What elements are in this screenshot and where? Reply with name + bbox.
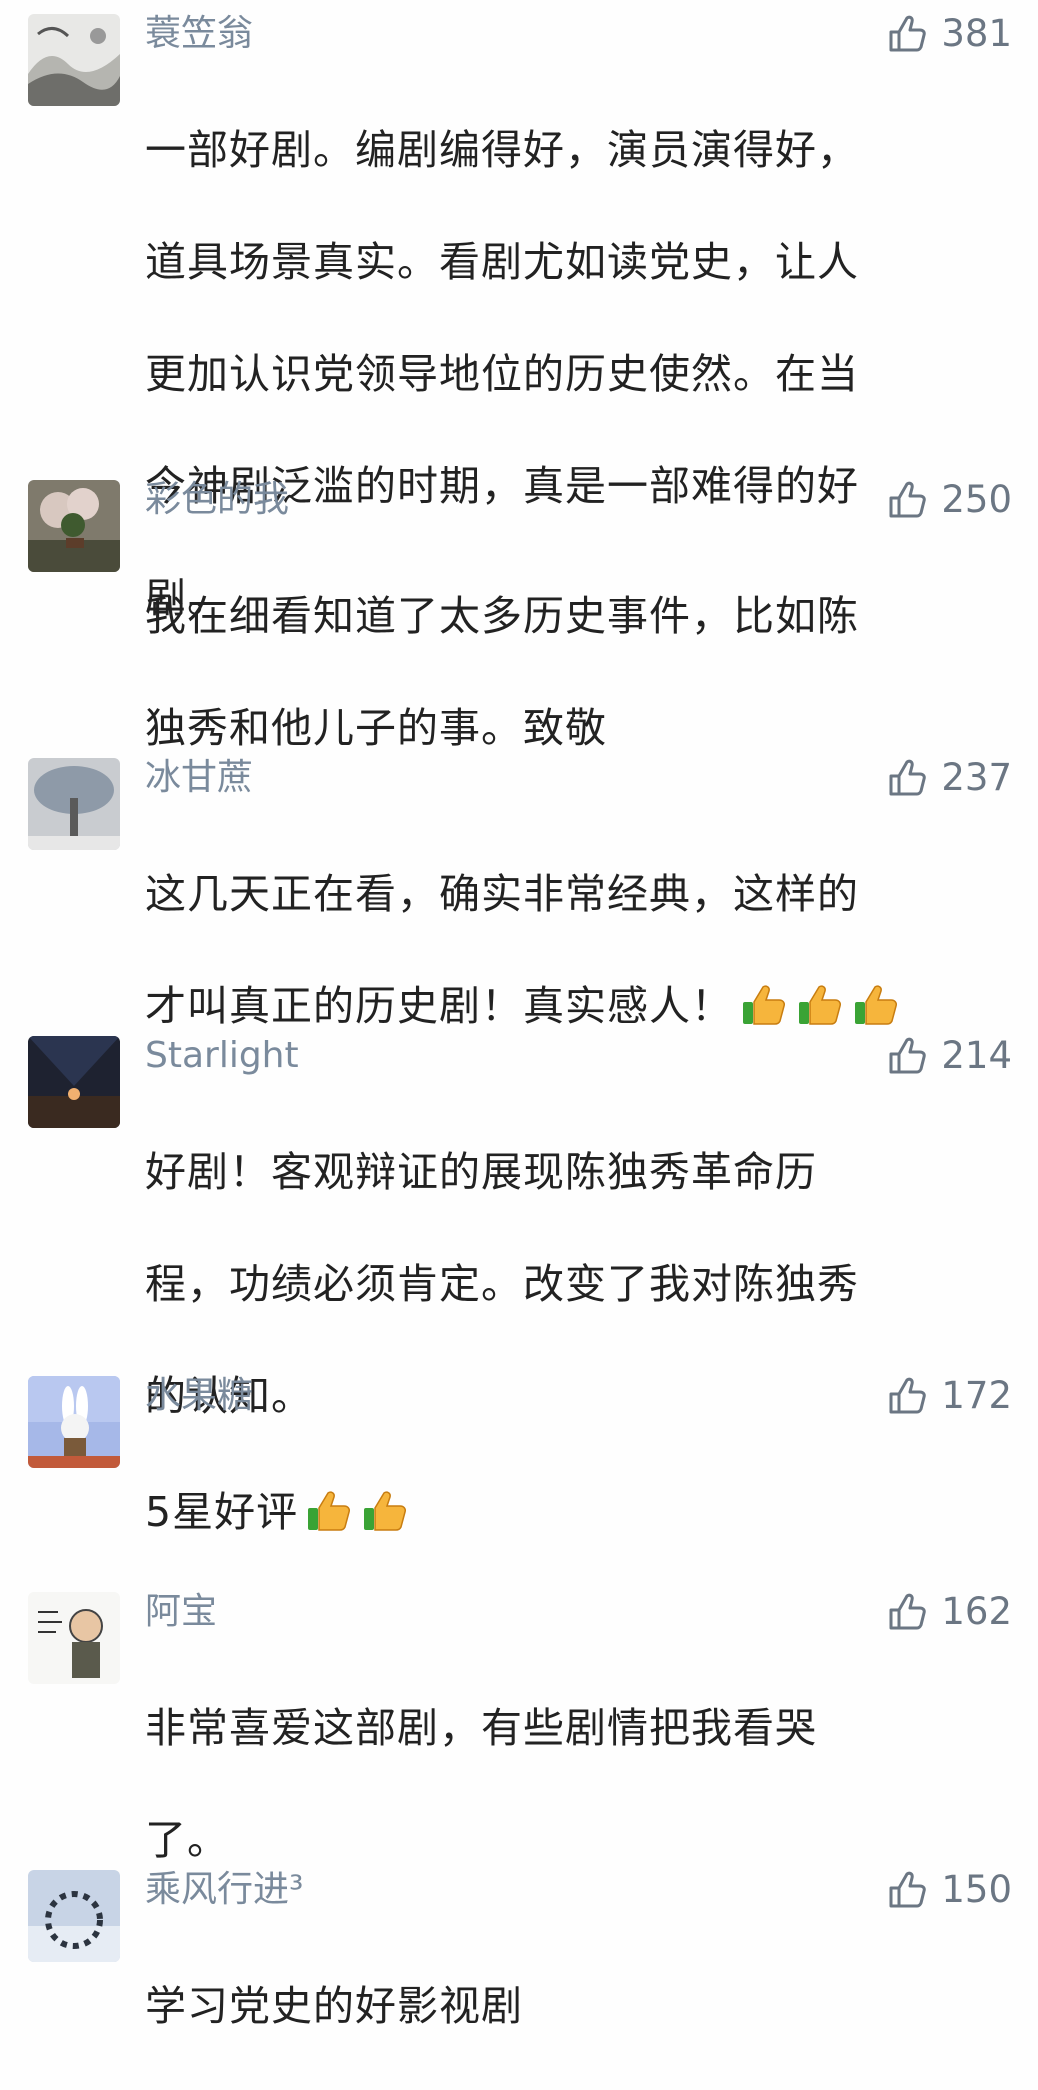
like-button[interactable]: 381	[885, 10, 1012, 58]
like-count: 381	[941, 12, 1012, 55]
username[interactable]: 水果糖	[145, 1372, 253, 1420]
comment-text: 好剧！客观辩证的展现陈独秀革命历 程，功绩必须肯定。改变了我对陈独秀 的认知。	[145, 1088, 1003, 1480]
thumbs-up-icon	[889, 481, 927, 518]
night-sky-avatar[interactable]	[28, 1036, 120, 1128]
group-circle-avatar[interactable]	[28, 1870, 120, 1962]
comment-line: 的认知。	[145, 1372, 313, 1420]
username[interactable]: 蓑笠翁	[145, 10, 253, 58]
username[interactable]: 乘风行进³	[145, 1866, 303, 1914]
like-count: 172	[941, 1374, 1012, 1417]
like-button[interactable]: 237	[885, 754, 1012, 802]
rabbit-avatar[interactable]	[28, 1376, 120, 1468]
comment-line: 独秀和他儿子的事。致敬	[145, 704, 607, 752]
like-button[interactable]: 250	[885, 476, 1012, 524]
comment-line: 非常喜爱这部剧，有些剧情把我看哭	[145, 1704, 817, 1752]
comment-line: 道具场景真实。看剧尤如读党史，让人	[145, 238, 859, 286]
comment-line: 我在细看知道了太多历史事件，比如陈	[145, 592, 859, 640]
comment-text: 学习党史的好影视剧	[145, 1922, 1003, 2090]
comment-text: 5星好评	[145, 1428, 1003, 1596]
like-button[interactable]: 162	[885, 1588, 1012, 1636]
like-button[interactable]: 214	[885, 1032, 1012, 1080]
comment-list: 蓑笠翁 381 一部好剧。编剧编得好，演员演得好， 道具场景真实。看剧尤如读党史…	[0, 0, 1038, 2030]
comment-line: 好剧！客观辩证的展现陈独秀革命历	[145, 1148, 817, 1196]
comment-line: 一部好剧。编剧编得好，演员演得好，	[145, 126, 859, 174]
thumbs-up-emoji-icon	[304, 1488, 354, 1534]
thumbs-up-icon	[889, 1593, 927, 1630]
comment-line: 程，功绩必须肯定。改变了我对陈独秀	[145, 1260, 859, 1308]
thumbs-up-icon	[889, 1377, 927, 1414]
comment-text: 我在细看知道了太多历史事件，比如陈 独秀和他儿子的事。致敬	[145, 532, 1003, 812]
thumbs-up-icon	[889, 1037, 927, 1074]
bonsai-avatar[interactable]	[28, 480, 120, 572]
thumbs-up-emoji-icon	[795, 982, 845, 1028]
cartoon-man-avatar[interactable]	[28, 1592, 120, 1684]
snow-tree-avatar[interactable]	[28, 758, 120, 850]
username[interactable]: 冰甘蔗	[145, 754, 253, 802]
username[interactable]: 阿宝	[145, 1588, 217, 1636]
thumbs-up-icon	[889, 15, 927, 52]
thumbs-up-emoji-icon	[739, 982, 789, 1028]
comment-line: 5星好评	[145, 1488, 299, 1536]
like-count: 237	[941, 756, 1012, 799]
username[interactable]: 彩色的我	[145, 476, 289, 524]
like-button[interactable]: 172	[885, 1372, 1012, 1420]
comment-line-with-emoji: 5星好评	[145, 1484, 1003, 1540]
comment-line: 才叫真正的历史剧！真实感人！	[145, 982, 733, 1030]
like-button[interactable]: 150	[885, 1866, 1012, 1914]
thumbs-up-emoji-icon	[360, 1488, 410, 1534]
thumbs-up-emoji-icon	[851, 982, 901, 1028]
like-count: 250	[941, 478, 1012, 521]
username[interactable]: Starlight	[145, 1032, 299, 1080]
thumbs-up-icon	[889, 759, 927, 796]
like-count: 162	[941, 1590, 1012, 1633]
like-count: 214	[941, 1034, 1012, 1077]
thumbs-up-icon	[889, 1871, 927, 1908]
like-count: 150	[941, 1868, 1012, 1911]
comment-line: 更加认识党领导地位的历史使然。在当	[145, 350, 859, 398]
comment-line: 这几天正在看，确实非常经典，这样的	[145, 870, 859, 918]
comment-line: 学习党史的好影视剧	[145, 1982, 523, 2030]
comment-line: 了。	[145, 1816, 229, 1864]
comment-line-with-emoji: 才叫真正的历史剧！真实感人！	[145, 978, 1003, 1034]
ink-landscape-avatar[interactable]	[28, 14, 120, 106]
